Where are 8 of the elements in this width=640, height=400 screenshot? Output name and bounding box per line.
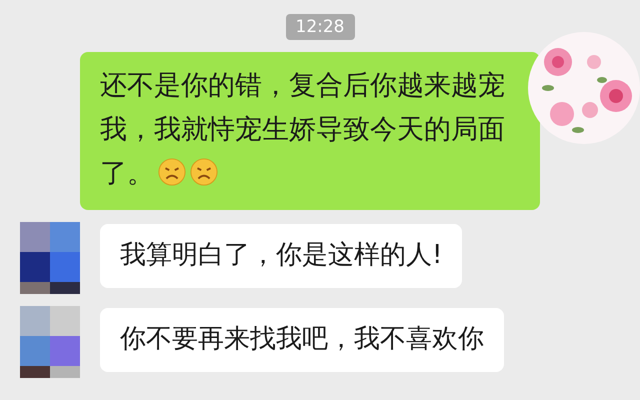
sent-message-bubble: 还不是你的错，复合后你越来越宠我，我就恃宠生娇导致今天的局面了。 (80, 52, 540, 210)
timestamp: 12:28 (286, 14, 354, 40)
pixelated-avatar (20, 222, 80, 294)
sad-face-icon (190, 158, 218, 186)
pixelated-avatar (20, 306, 80, 378)
received-message-bubble: 你不要再来找我吧，我不喜欢你 (100, 308, 504, 372)
received-message-bubble: 我算明白了，你是这样的人! (100, 224, 462, 288)
sad-face-icon (158, 158, 186, 186)
